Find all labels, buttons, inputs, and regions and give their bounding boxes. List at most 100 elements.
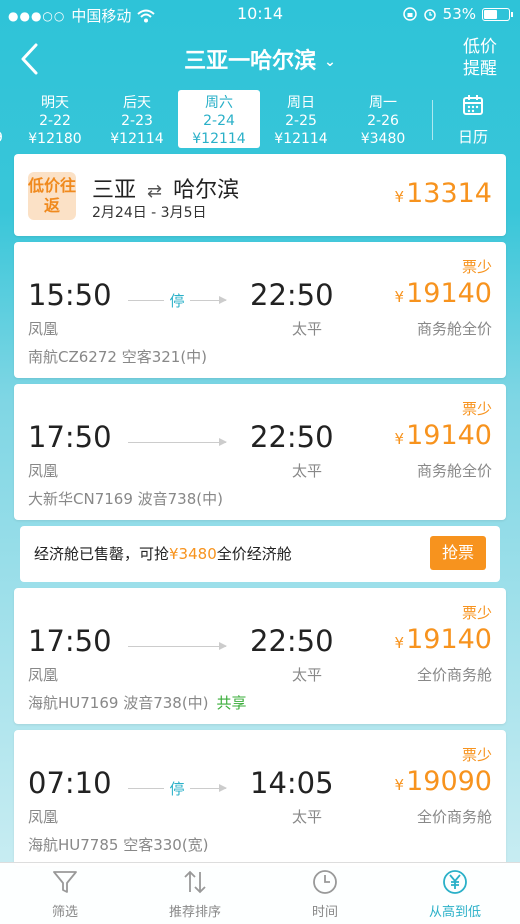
date-tab-day: 后天	[123, 95, 151, 111]
date-tab-price: ¥12180	[28, 131, 82, 147]
arrival-time: 14:05	[250, 766, 334, 800]
arrival-airport: 太平	[292, 808, 323, 826]
nav-header: 三亚一哈尔滨 ⌄ 低价提醒	[0, 30, 520, 86]
currency: ¥	[394, 776, 405, 794]
arrival-time: 22:50	[250, 624, 334, 658]
flight-card[interactable]: 17:50 22:50 凤凰 太平 大新华CN7169 波音738(中) 票少 …	[14, 384, 506, 520]
date-tab-partial[interactable]: 9	[0, 130, 3, 146]
flight-number-aircraft: 南航CZ6272 空客321(中)	[28, 348, 208, 366]
currency: ¥	[394, 634, 405, 652]
roundtrip-from: 三亚	[92, 178, 137, 203]
low-price-alert-button[interactable]: 低价提醒	[460, 36, 500, 80]
date-tab-day: 周日	[287, 95, 315, 111]
price-value: 19140	[406, 420, 492, 451]
rotation-lock-icon	[402, 7, 417, 21]
calendar-icon	[463, 95, 483, 115]
alarm-icon	[423, 9, 436, 21]
flight-price: ¥19140	[395, 278, 492, 309]
battery-percent: 53%	[442, 5, 476, 23]
arrival-time: 22:50	[250, 420, 334, 454]
calendar-button[interactable]: 日历	[440, 94, 506, 147]
chevron-down-icon: ⌄	[324, 54, 336, 70]
tab-time[interactable]: 时间	[260, 869, 390, 920]
date-tab-price: ¥12114	[110, 131, 164, 147]
flight-card[interactable]: 17:50 22:50 凤凰 太平 海航HU7169 波音738(中) 共享 票少…	[14, 588, 506, 724]
date-tab-day: 明天	[41, 95, 69, 111]
date-tab-0[interactable]: 明天 2-22 ¥12180	[14, 90, 96, 148]
promo-price: ¥3480	[169, 545, 217, 563]
codeshare-tag: 共享	[216, 694, 247, 712]
date-tab-4[interactable]: 周一 2-26 ¥3480	[342, 90, 424, 148]
swap-arrows-icon: ⇄	[147, 181, 163, 202]
tab-filter[interactable]: 筛选	[0, 869, 130, 920]
departure-time: 07:10	[28, 766, 112, 800]
date-tab-date: 2-23	[121, 113, 153, 129]
date-tab-date: 2-25	[285, 113, 317, 129]
cabin-class: 全价商务舱	[416, 808, 492, 826]
date-tab-price: ¥12114	[192, 131, 246, 147]
departure-time: 15:50	[28, 278, 112, 312]
grab-ticket-button[interactable]: 抢票	[430, 536, 486, 570]
promo-text-before: 经济舱已售罄，可抢	[34, 545, 170, 563]
departure-airport: 凤凰	[28, 808, 59, 826]
filter-icon	[53, 871, 77, 893]
flight-card[interactable]: 15:50 停 22:50 凤凰 太平 南航CZ6272 空客321(中) 票少…	[14, 242, 506, 378]
currency: ¥	[394, 188, 405, 206]
status-right: 53%	[402, 5, 513, 23]
route-title[interactable]: 三亚一哈尔滨 ⌄	[0, 43, 520, 75]
promo-text-after: 全价经济舱	[216, 545, 292, 563]
price-value: 19140	[406, 278, 492, 309]
price-value: 19140	[406, 624, 492, 655]
flight-info: 海航HU7169 波音738(中) 共享	[28, 692, 247, 713]
tab-recommended-sort[interactable]: 推荐排序	[130, 869, 260, 920]
flight-card[interactable]: 07:10 停 14:05 凤凰 太平 海航HU7785 空客330(宽) 票少…	[14, 730, 506, 866]
flight-number-aircraft: 海航HU7169 波音738(中)	[28, 694, 209, 712]
battery-icon	[482, 7, 513, 21]
currency: ¥	[394, 430, 405, 448]
bottom-toolbar: 筛选 推荐排序 时间 从高到低	[0, 862, 520, 924]
date-tab-2[interactable]: 周六 2-24 ¥12114	[178, 90, 260, 148]
route-arrow	[128, 438, 227, 446]
cabin-class: 商务舱全价	[416, 462, 492, 480]
date-tab-date: 2-26	[367, 113, 399, 129]
tab-label: 推荐排序	[168, 905, 221, 920]
flight-price: ¥19140	[395, 420, 492, 451]
flight-price: ¥19090	[395, 766, 492, 797]
currency: ¥	[394, 288, 405, 306]
date-tab-3[interactable]: 周日 2-25 ¥12114	[260, 90, 342, 148]
promo-text: 经济舱已售罄，可抢¥3480全价经济舱	[34, 543, 292, 564]
roundtrip-card[interactable]: 低价往返 三亚 ⇄ 哈尔滨 2月24日 - 3月5日 ¥13314	[14, 154, 506, 236]
date-tab-1[interactable]: 后天 2-23 ¥12114	[96, 90, 178, 148]
departure-time: 17:50	[28, 420, 112, 454]
departure-airport: 凤凰	[28, 666, 59, 684]
flight-info: 南航CZ6272 空客321(中)	[28, 346, 207, 367]
cabin-class: 全价商务舱	[416, 666, 492, 684]
arrival-airport: 太平	[292, 666, 323, 684]
arrival-airport: 太平	[292, 320, 323, 338]
flight-number-aircraft: 大新华CN7169 波音738(中)	[28, 490, 223, 508]
flight-info: 海航HU7785 空客330(宽)	[28, 834, 209, 855]
roundtrip-to: 哈尔滨	[173, 178, 240, 203]
departure-time: 17:50	[28, 624, 112, 658]
arrival-airport: 太平	[292, 462, 323, 480]
roundtrip-route: 三亚 ⇄ 哈尔滨	[92, 172, 239, 204]
clock-icon	[313, 870, 337, 894]
date-tab-date: 2-24	[203, 113, 235, 129]
price-value: 19090	[406, 766, 492, 797]
roundtrip-price: ¥13314	[395, 178, 492, 209]
roundtrip-badge: 低价往返	[28, 172, 76, 220]
tab-label: 时间	[311, 905, 338, 920]
departure-airport: 凤凰	[28, 462, 59, 480]
divider	[432, 100, 433, 140]
stopover-label: 停	[164, 778, 190, 799]
few-tickets-tag: 票少	[461, 604, 492, 622]
flight-number-aircraft: 海航HU7785 空客330(宽)	[28, 836, 209, 854]
tab-label: 筛选	[51, 905, 78, 920]
date-tab-day: 周六	[205, 95, 233, 111]
route-arrow	[128, 642, 227, 650]
status-bar: ●●●○○ 中国移动 10:14 53%	[0, 0, 520, 30]
route-title-text: 三亚一哈尔滨	[184, 49, 317, 74]
tab-price-high-to-low[interactable]: 从高到低	[390, 869, 520, 920]
stopover-label: 停	[164, 290, 190, 311]
date-tab-price: ¥12114	[274, 131, 328, 147]
